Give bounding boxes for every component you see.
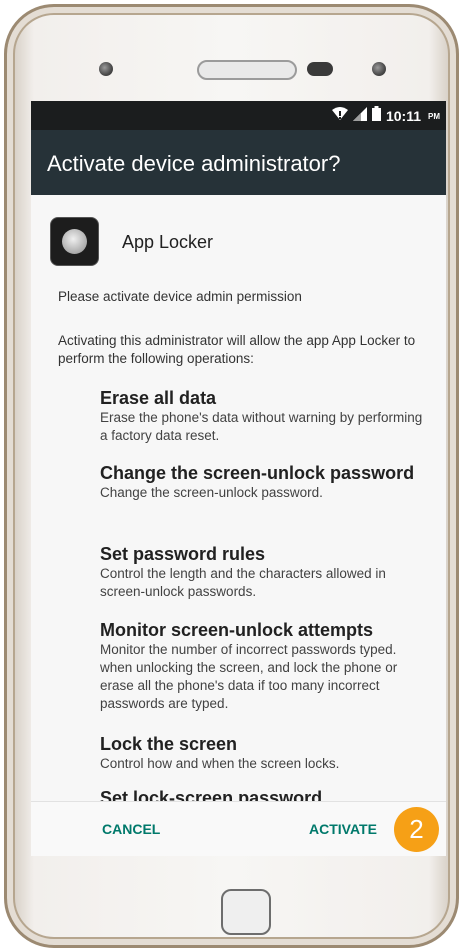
light-sensor [372, 62, 386, 76]
policy-description: Control how and when the screen locks. [100, 756, 340, 771]
policy-description: Control the length and the characters al… [100, 566, 386, 599]
home-button[interactable] [221, 889, 271, 935]
policy-title: Set password rules [100, 544, 266, 564]
policy-title: Change the screen-unlock password [100, 463, 415, 483]
policy-item: Erase all data Erase the phone's data wi… [100, 387, 430, 445]
policy-title: Set lock-screen password [100, 788, 323, 801]
dialog-title: Activate device administrator? [47, 151, 341, 176]
step-badge: 2 [394, 807, 439, 852]
dialog-content[interactable]: App Locker Please activate device admin … [31, 195, 446, 801]
status-time: 10:11 [385, 108, 421, 124]
cancel-button[interactable]: CANCEL [102, 821, 160, 837]
signal-icon [352, 106, 367, 126]
screen: 10:11 PM Activate device administrator? A… [31, 101, 446, 856]
proximity-sensor [307, 62, 333, 76]
app-bar: Activate device administrator? [31, 130, 446, 195]
policy-description: Monitor the number of incorrect password… [100, 642, 398, 711]
dialog-actions: CANCEL ACTIVATE [31, 801, 446, 856]
wifi-icon [331, 106, 348, 126]
policy-item: Set lock-screen password [100, 787, 430, 801]
policy-item: Monitor screen-unlock attempts Monitor t… [100, 619, 430, 713]
policy-item: Lock the screen Control how and when the… [100, 733, 430, 773]
activate-button[interactable]: ACTIVATE [309, 821, 377, 837]
status-ampm: PM [428, 111, 440, 121]
app-locker-icon [50, 217, 99, 266]
policy-title: Lock the screen [100, 734, 238, 754]
policy-item: Set password rules Control the length an… [100, 543, 430, 601]
app-name: App Locker [122, 232, 214, 252]
policy-description: Erase the phone's data without warning b… [100, 410, 423, 443]
status-bar: 10:11 PM [31, 101, 446, 130]
permission-message: Please activate device admin permission [58, 289, 302, 304]
policy-title: Monitor screen-unlock attempts [100, 620, 374, 640]
policy-description: Change the screen-unlock password. [100, 485, 323, 500]
earpiece [197, 60, 297, 80]
intro-text: Activating this administrator will allow… [58, 333, 416, 366]
front-camera [99, 62, 113, 76]
policy-title: Erase all data [100, 388, 217, 408]
policy-item: Change the screen-unlock password Change… [100, 462, 430, 502]
battery-icon [371, 106, 381, 126]
